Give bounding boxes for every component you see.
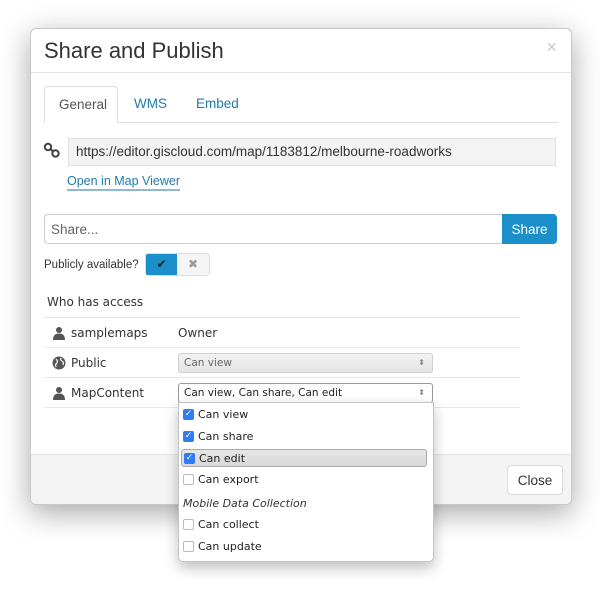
tab-embed[interactable]: Embed bbox=[182, 86, 253, 122]
access-user-name: Public bbox=[71, 356, 107, 370]
link-icon bbox=[43, 142, 60, 158]
close-icon[interactable]: × bbox=[546, 38, 557, 56]
open-in-map-viewer-link[interactable]: Open in Map Viewer bbox=[67, 174, 181, 191]
user-icon bbox=[53, 327, 65, 340]
option-can-view[interactable]: ✓ Can view bbox=[181, 406, 427, 424]
option-label: Can update bbox=[198, 540, 262, 553]
checkbox-checked[interactable]: ✓ bbox=[183, 409, 194, 420]
option-label: Can collect bbox=[198, 518, 259, 531]
publicly-available-label: Publicly available? bbox=[44, 259, 139, 271]
checkbox-checked[interactable]: ✓ bbox=[183, 431, 194, 442]
tab-wms[interactable]: WMS bbox=[120, 86, 181, 122]
checkbox-unchecked[interactable] bbox=[183, 519, 194, 530]
globe-icon bbox=[52, 356, 66, 370]
tab-general[interactable]: General bbox=[44, 86, 118, 123]
public-toggle[interactable]: ✔ ✖ bbox=[145, 253, 210, 276]
dialog-title: Share and Publish bbox=[44, 38, 224, 63]
mapcontent-permission-select[interactable]: Can view, Can share, Can edit ⬍ bbox=[178, 383, 433, 403]
select-value: Can view, Can share, Can edit bbox=[184, 387, 343, 399]
check-icon[interactable]: ✔ bbox=[146, 254, 177, 275]
option-can-edit[interactable]: ✓ Can edit bbox=[181, 449, 427, 467]
option-label: Can view bbox=[198, 408, 249, 421]
checkbox-unchecked[interactable] bbox=[183, 474, 194, 485]
option-label: Can share bbox=[198, 430, 254, 443]
access-row: samplemaps Owner bbox=[44, 317, 520, 348]
access-row: Public Can view ⬍ bbox=[44, 347, 520, 378]
option-label: Can export bbox=[198, 473, 259, 486]
checkbox-unchecked[interactable] bbox=[183, 541, 194, 552]
access-user-name: MapContent bbox=[71, 386, 145, 400]
select-arrows-icon: ⬍ bbox=[418, 358, 425, 367]
option-label: Can edit bbox=[199, 452, 246, 465]
public-permission-select[interactable]: Can view ⬍ bbox=[178, 353, 433, 373]
permission-dropdown: ✓ Can view ✓ Can share ✓ Can edit Can ex… bbox=[178, 402, 434, 562]
mobile-data-collection-group-label: Mobile Data Collection bbox=[183, 497, 307, 510]
option-can-update[interactable]: Can update bbox=[181, 538, 427, 556]
access-user-name: samplemaps bbox=[71, 326, 148, 340]
close-button[interactable]: Close bbox=[507, 465, 563, 495]
tab-bar: General WMS Embed bbox=[44, 86, 558, 123]
select-arrows-icon: ⬍ bbox=[418, 388, 425, 397]
access-role: Owner bbox=[178, 326, 218, 340]
option-can-share[interactable]: ✓ Can share bbox=[181, 428, 427, 446]
dialog-header: Share and Publish × bbox=[31, 29, 571, 73]
checkbox-checked[interactable]: ✓ bbox=[184, 453, 195, 464]
x-icon[interactable]: ✖ bbox=[177, 254, 209, 275]
option-can-collect[interactable]: Can collect bbox=[181, 516, 427, 534]
share-input[interactable] bbox=[44, 214, 502, 244]
who-has-access-heading: Who has access bbox=[47, 295, 144, 309]
user-icon bbox=[53, 387, 65, 400]
select-value: Can view bbox=[184, 357, 232, 369]
share-button[interactable]: Share bbox=[502, 214, 557, 244]
option-can-export[interactable]: Can export bbox=[181, 471, 427, 489]
map-url-field[interactable]: https://editor.giscloud.com/map/1183812/… bbox=[68, 138, 556, 166]
